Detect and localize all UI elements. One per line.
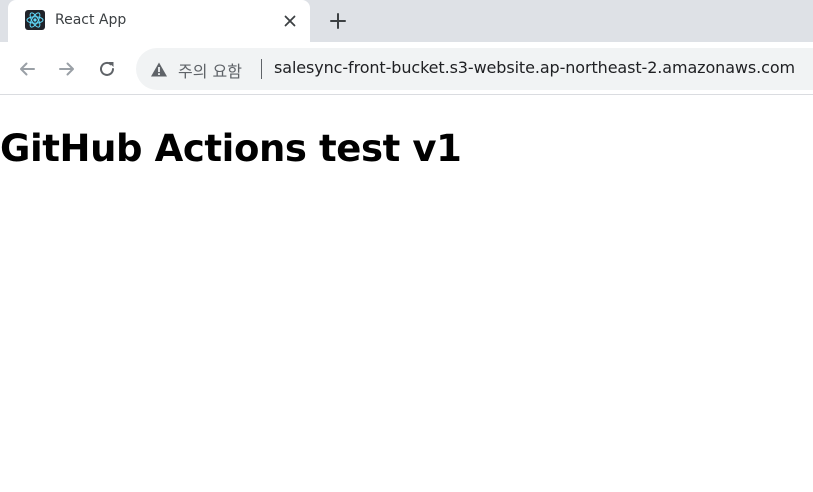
- tab-title: React App: [55, 12, 127, 28]
- plus-icon: [330, 13, 346, 29]
- arrow-left-icon: [20, 62, 35, 76]
- reload-button[interactable]: [94, 56, 120, 82]
- arrow-right-icon: [59, 62, 74, 76]
- browser-toolbar: 주의 요함 salesync-front-bucket.s3-website.a…: [0, 42, 813, 95]
- forward-button[interactable]: [54, 56, 80, 82]
- security-divider: [261, 59, 262, 79]
- reload-icon: [100, 61, 114, 76]
- back-button[interactable]: [14, 56, 40, 82]
- page-heading: GitHub Actions test v1: [0, 127, 462, 170]
- close-icon[interactable]: [281, 12, 299, 30]
- browser-tab[interactable]: React App: [8, 0, 310, 42]
- react-logo-icon: [25, 10, 45, 30]
- address-bar[interactable]: 주의 요함 salesync-front-bucket.s3-website.a…: [136, 48, 813, 90]
- warning-triangle-icon[interactable]: [150, 61, 168, 78]
- url-text[interactable]: salesync-front-bucket.s3-website.ap-nort…: [274, 58, 795, 77]
- new-tab-button[interactable]: [326, 9, 350, 33]
- tab-strip: React App: [0, 0, 813, 42]
- security-status-label[interactable]: 주의 요함: [178, 58, 242, 82]
